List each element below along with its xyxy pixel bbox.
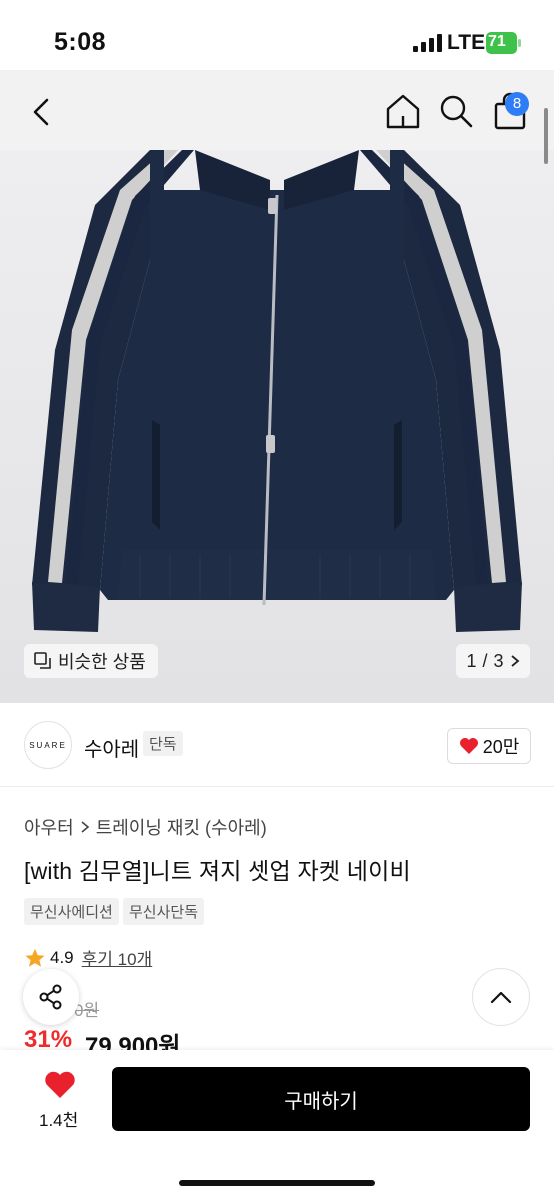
home-icon[interactable]: [384, 92, 422, 130]
heart-icon: [459, 738, 478, 754]
share-icon: [39, 984, 62, 1010]
scroll-top-button[interactable]: [472, 968, 530, 1026]
battery-level: 71: [488, 33, 506, 50]
cart-count-badge: 8: [505, 92, 529, 116]
chevron-right-icon: [81, 821, 89, 833]
breadcrumb: 아우터 트레이닝 재킷 (수아레): [24, 814, 267, 840]
page-separator: /: [482, 650, 488, 671]
back-icon[interactable]: [28, 96, 54, 128]
brand-name[interactable]: 수아레: [84, 733, 139, 762]
share-button[interactable]: [23, 969, 79, 1025]
battery-icon: 71: [486, 32, 522, 54]
copy-squares-icon: [34, 652, 51, 669]
star-icon: [25, 948, 45, 967]
page-current: 1: [466, 650, 477, 671]
network-type: LTE: [447, 31, 486, 54]
breadcrumb-subcategory[interactable]: 트레이닝 재킷 (수아레): [96, 814, 267, 840]
product-title: [with 김무열]니트 져지 셋업 자켓 네이비: [24, 858, 411, 884]
product-image[interactable]: [0, 150, 554, 703]
review-link[interactable]: 후기 10개: [82, 945, 153, 970]
brand-like-count: 20만: [482, 737, 520, 757]
wishlist-heart-icon[interactable]: [44, 1070, 76, 1100]
brand-like-button[interactable]: 20만: [447, 728, 531, 764]
buy-button[interactable]: 구매하기: [112, 1067, 530, 1131]
chevron-up-icon: [490, 991, 512, 1004]
image-page-indicator[interactable]: 1 / 3: [456, 644, 530, 678]
rating-row: 4.9 후기 10개: [24, 945, 152, 970]
rating-value: 4.9: [50, 947, 74, 967]
breadcrumb-category[interactable]: 아우터: [24, 814, 74, 840]
scrollbar[interactable]: [544, 108, 548, 164]
signal-icon: [413, 34, 442, 52]
home-indicator: [179, 1180, 375, 1186]
similar-products-button[interactable]: 비슷한 상품: [24, 644, 158, 678]
divider: [0, 786, 554, 787]
wishlist-count: 1.4천: [39, 1111, 79, 1130]
chevron-right-icon: [510, 655, 519, 667]
jacket-illustration: [0, 150, 554, 703]
product-tag: 무신사단독: [123, 898, 205, 925]
similar-products-label: 비슷한 상품: [58, 652, 146, 672]
status-time: 5:08: [54, 28, 107, 56]
page-total: 3: [493, 650, 504, 671]
exclusive-badge: 단독: [143, 731, 183, 756]
product-tag: 무신사에디션: [24, 898, 119, 925]
brand-logo[interactable]: SUARE: [24, 721, 72, 769]
search-icon[interactable]: [439, 94, 473, 128]
